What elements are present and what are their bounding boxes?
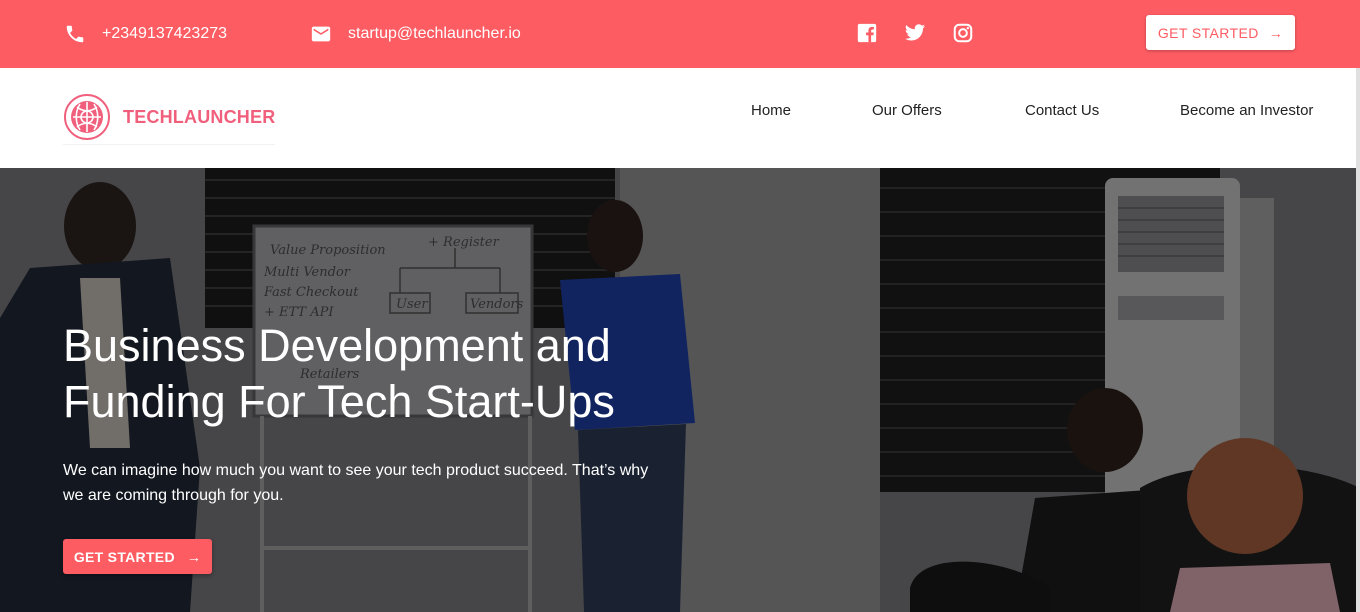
arrow-right-icon: →	[186, 548, 202, 565]
page-scrollbar[interactable]	[1356, 68, 1360, 612]
phone-contact[interactable]: +2349137423273	[64, 0, 227, 68]
arrow-right-icon: →	[1268, 24, 1284, 41]
nav-our-offers[interactable]: Our Offers	[872, 68, 942, 154]
nav-contact-us[interactable]: Contact Us	[1025, 68, 1099, 154]
twitter-icon[interactable]	[904, 22, 926, 44]
brand-logo[interactable]: TECHLAUNCHER	[63, 93, 276, 145]
nav-become-investor[interactable]: Become an Investor	[1180, 68, 1313, 154]
email-address: startup@techlauncher.io	[348, 25, 521, 42]
get-started-button-top[interactable]: GET STARTED →	[1146, 15, 1295, 50]
get-started-label: GET STARTED	[73, 548, 175, 565]
main-navbar: TECHLAUNCHER Home Our Offers Contact Us …	[0, 68, 1360, 168]
get-started-label: GET STARTED	[1157, 24, 1259, 41]
facebook-icon[interactable]	[856, 22, 878, 44]
globe-logo-icon	[64, 94, 110, 140]
social-links	[856, 22, 974, 44]
phone-number: +2349137423273	[102, 25, 228, 42]
email-contact[interactable]: startup@techlauncher.io	[310, 0, 521, 68]
brand-name: TECHLAUNCHER	[123, 106, 276, 127]
instagram-icon[interactable]	[952, 22, 974, 44]
get-started-button-hero[interactable]: GET STARTED →	[63, 539, 212, 574]
hero-section: Value Proposition + Register Multi Vendo…	[0, 168, 1360, 612]
mail-icon	[311, 26, 331, 42]
phone-icon	[66, 25, 84, 43]
hero-subtitle: We can imagine how much you want to see …	[63, 462, 649, 504]
top-bar: +2349137423273 startup@techlauncher.io G…	[0, 0, 1360, 68]
nav-home[interactable]: Home	[751, 68, 791, 154]
hero-title: Business Development and Funding For Tec…	[63, 320, 615, 427]
